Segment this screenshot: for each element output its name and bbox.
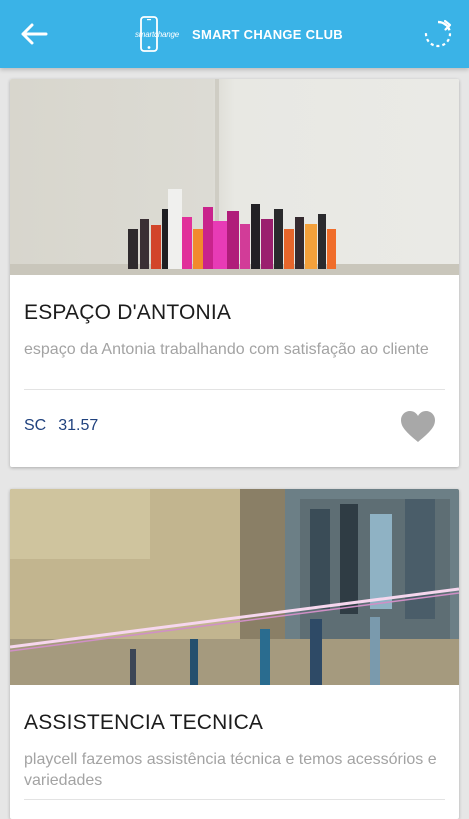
refresh-button[interactable]	[417, 13, 459, 55]
store-title: ASSISTENCIA TECNICA	[24, 711, 264, 734]
store-description: espaço da Antonia trabalhando com satisf…	[24, 341, 429, 358]
store-photo	[10, 79, 459, 275]
app-title: SMART CHANGE CLUB	[192, 26, 343, 42]
price-value: 31.57	[58, 417, 99, 434]
card-divider	[24, 389, 445, 390]
phone-logo-icon: smartchange	[135, 16, 179, 52]
store-photo	[10, 489, 459, 685]
app-header: smartchange SMART CHANGE CLUB	[0, 0, 469, 68]
refresh-icon	[424, 19, 452, 48]
store-price: SC 31.57	[24, 417, 110, 435]
store-description: playcell fazemos assistência técnica e t…	[24, 751, 437, 789]
heart-icon	[401, 411, 435, 442]
logo-small-text: smartchange	[135, 30, 180, 39]
store-card[interactable]: ASSISTENCIA TECNICA playcell fazemos ass…	[10, 489, 459, 819]
store-title: ESPAÇO D'ANTONIA	[24, 301, 232, 324]
back-button[interactable]	[14, 16, 54, 52]
arrow-left-icon	[21, 23, 48, 45]
store-card[interactable]: ESPAÇO D'ANTONIA espaço da Antonia traba…	[10, 79, 459, 467]
currency-label: SC	[24, 417, 47, 434]
app-logo: smartchange SMART CHANGE CLUB	[135, 15, 343, 53]
favorite-button[interactable]	[398, 409, 438, 445]
